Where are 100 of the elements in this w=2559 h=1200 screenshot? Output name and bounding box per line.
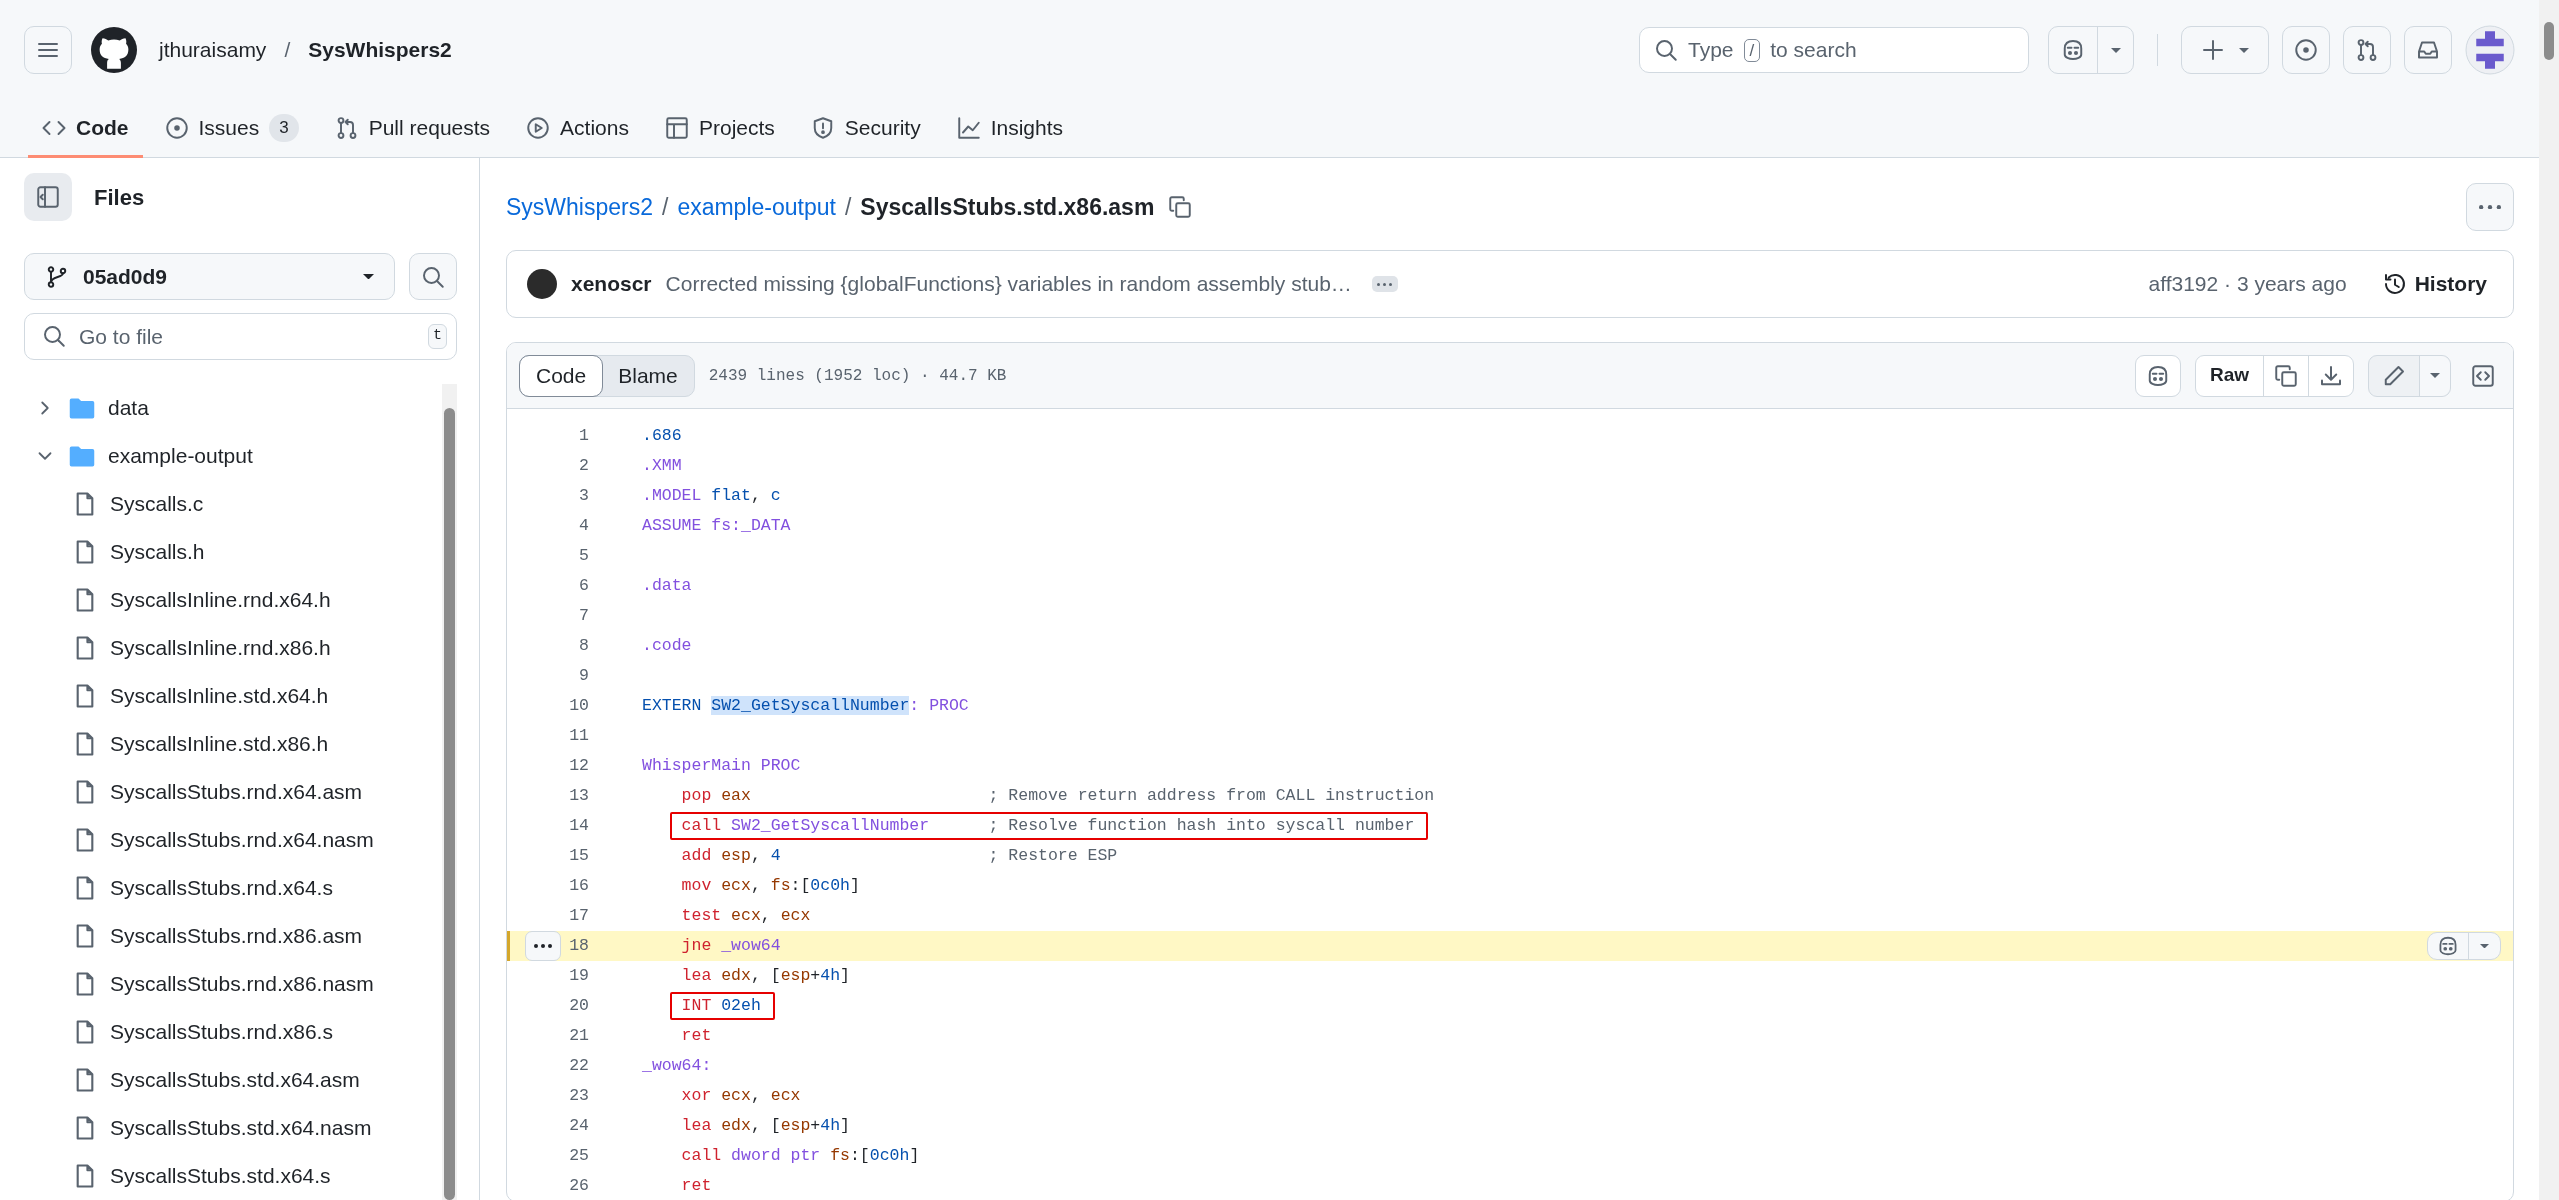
inbox-button[interactable]	[2404, 26, 2452, 74]
breadcrumb-link[interactable]: SysWhispers2	[506, 189, 653, 225]
caret-icon	[2480, 943, 2489, 949]
line-number: 10	[568, 694, 589, 717]
branch-selector[interactable]: 05ad0d9	[24, 253, 395, 300]
file-item[interactable]: SyscallsStubs.rnd.x86.asm	[24, 912, 442, 960]
avatar-icon[interactable]	[2465, 25, 2515, 75]
owner-link[interactable]: jthuraisamy	[159, 34, 267, 66]
file-item[interactable]: SyscallsInline.std.x64.h	[24, 672, 442, 720]
line-number: 20	[568, 994, 589, 1017]
page-scrollbar[interactable]	[2539, 0, 2559, 1200]
caret-icon	[2239, 47, 2249, 53]
copy-path-button[interactable]	[1168, 195, 1193, 219]
file-item[interactable]: SyscallsInline.std.x86.h	[24, 720, 442, 768]
line-number: 8	[578, 634, 589, 657]
shortcut-key: /	[1743, 38, 1761, 62]
pull-requests-button[interactable]	[2343, 26, 2391, 74]
caret-icon	[2430, 373, 2440, 378]
line-number: 1	[578, 424, 589, 447]
code-line: .data	[641, 575, 693, 597]
search-button[interactable]	[409, 253, 457, 300]
file-item[interactable]: SyscallsStubs.rnd.x86.nasm	[24, 960, 442, 1008]
expand-message-button[interactable]	[1371, 276, 1398, 292]
folder-item[interactable]: data	[24, 384, 442, 432]
line-number: 11	[568, 724, 589, 747]
github-logo-icon[interactable]	[91, 27, 137, 73]
path-separator: /	[662, 192, 669, 222]
code-line: lea edx, [esp+4h]	[680, 1115, 851, 1137]
branch-icon	[45, 264, 69, 289]
more-icon	[2479, 204, 2501, 210]
code-line: ret	[680, 1025, 713, 1047]
file-item[interactable]: Syscalls.h	[24, 528, 442, 576]
file-item[interactable]: SyscallsInline.rnd.x64.h	[24, 576, 442, 624]
file-item[interactable]: Syscalls.c	[24, 480, 442, 528]
line-number: 15	[568, 844, 589, 867]
line-number: 23	[568, 1084, 589, 1107]
line-options-button[interactable]	[525, 931, 561, 961]
search-icon	[42, 324, 66, 348]
file-item[interactable]: SyscallsStubs.rnd.x64.nasm	[24, 816, 442, 864]
menu-button[interactable]	[24, 26, 72, 74]
nav-tab[interactable]: Actions	[512, 100, 643, 158]
file-info: 2439 lines (1952 loc) · 44.7 KB	[708, 365, 1007, 387]
search-hint: Type	[1688, 37, 1734, 64]
commit-message[interactable]: Corrected missing {globalFunctions} variables in random assembly stub…	[665, 268, 1352, 300]
caret-icon	[2110, 47, 2121, 53]
history-button[interactable]: History	[2376, 267, 2493, 301]
folder-item[interactable]: example-output	[24, 432, 442, 480]
line-number: 6	[578, 574, 589, 597]
line-number: 12	[568, 754, 589, 777]
file-item[interactable]: SyscallsStubs.rnd.x86.s	[24, 1008, 442, 1056]
code-line: _wow64:	[641, 1055, 713, 1077]
file-item[interactable]: SyscallsInline.rnd.x86.h	[24, 624, 442, 672]
author-link[interactable]: xenoscr	[571, 268, 652, 300]
line-number: 26	[568, 1174, 589, 1197]
repo-link[interactable]: SysWhispers2	[308, 34, 452, 66]
line-number: 21	[568, 1024, 589, 1047]
download-icon	[2319, 363, 2343, 388]
file-item[interactable]: SyscallsStubs.rnd.x64.asm	[24, 768, 442, 816]
search-icon	[1654, 38, 1678, 62]
issues-button[interactable]	[2282, 26, 2330, 74]
copy-icon	[2274, 363, 2298, 388]
nav-tab[interactable]: Insights	[942, 100, 1078, 158]
caret-icon	[363, 273, 374, 280]
sidebar-scrollbar[interactable]	[442, 384, 457, 1200]
line-number: 14	[568, 814, 589, 837]
circle-dot-icon	[2294, 38, 2318, 62]
files-title: Files	[94, 183, 145, 212]
code-square-icon	[2471, 363, 2495, 388]
nav-tab[interactable]: Code	[28, 100, 143, 158]
pull-request-icon	[2355, 38, 2379, 62]
file-item[interactable]: SyscallsStubs.std.x64.asm	[24, 1056, 442, 1104]
nav-tab[interactable]: Issues 3	[150, 100, 313, 158]
file-item[interactable]: SyscallsStubs.std.x64.nasm	[24, 1104, 442, 1152]
code-line: WhisperMain PROC	[641, 755, 802, 777]
file-name: SyscallsStubs.std.x86.asm	[860, 192, 1155, 222]
collapse-panel-button[interactable]	[24, 173, 72, 221]
line-number: 5	[578, 544, 589, 567]
search-icon	[421, 264, 445, 289]
line-number: 7	[578, 604, 589, 627]
author-avatar	[527, 269, 557, 299]
code-line: .XMM	[641, 455, 683, 477]
file-item[interactable]: SyscallsStubs.std.x64.s	[24, 1152, 442, 1200]
line-number: 13	[568, 784, 589, 807]
code-line: .code	[641, 635, 693, 657]
panel-icon	[36, 185, 60, 209]
commit-info[interactable]: aff3192 · 3 years ago	[2148, 268, 2347, 300]
code-line: lea edx, [esp+4h]	[680, 965, 851, 987]
nav-tab[interactable]: Security	[796, 100, 935, 158]
line-number: 25	[568, 1144, 589, 1167]
nav-tab[interactable]: Projects	[650, 100, 789, 158]
code-line: mov ecx, fs:[0c0h]	[680, 875, 861, 897]
file-item[interactable]: SyscallsStubs.rnd.x64.s	[24, 864, 442, 912]
nav-tab[interactable]: Pull requests	[320, 100, 505, 158]
code-line: ret	[680, 1175, 713, 1197]
view-tab[interactable]: Code	[520, 355, 603, 396]
plus-icon	[2201, 38, 2225, 62]
breadcrumb-link[interactable]: example-output	[677, 189, 836, 225]
view-tab[interactable]: Blame	[602, 355, 694, 396]
search-field[interactable]: Type / to search	[1639, 27, 2029, 73]
path-separator: /	[284, 37, 291, 64]
